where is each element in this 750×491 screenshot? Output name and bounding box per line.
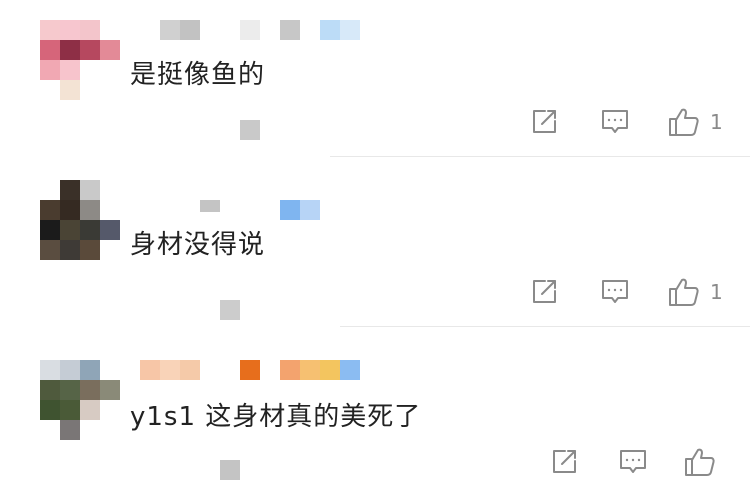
comment-item: y1s1 这身材真的美死了 bbox=[0, 330, 750, 491]
comment-actions bbox=[550, 444, 750, 480]
comment-time bbox=[240, 120, 260, 140]
like-button[interactable]: 1 bbox=[668, 104, 723, 140]
thumb-up-icon bbox=[668, 107, 700, 137]
reply-button[interactable] bbox=[618, 444, 648, 480]
comment-item: 身材没得说 1 bbox=[0, 160, 750, 330]
comment-item: 是挺像鱼的 1 bbox=[0, 0, 750, 160]
divider bbox=[330, 156, 750, 157]
username[interactable] bbox=[160, 20, 360, 40]
avatar[interactable] bbox=[40, 360, 120, 440]
comment-icon bbox=[600, 108, 630, 136]
comment-text: y1s1 这身材真的美死了 bbox=[130, 402, 422, 432]
comment-icon bbox=[618, 448, 648, 476]
thumb-up-icon bbox=[668, 277, 700, 307]
share-icon bbox=[530, 108, 558, 136]
avatar[interactable] bbox=[40, 20, 120, 100]
like-button[interactable]: 1 bbox=[668, 274, 723, 310]
username[interactable] bbox=[200, 200, 320, 220]
comment-time bbox=[220, 300, 240, 320]
share-button[interactable] bbox=[550, 444, 578, 480]
share-icon bbox=[530, 278, 558, 306]
share-icon bbox=[550, 448, 578, 476]
like-count: 1 bbox=[710, 280, 723, 304]
comment-icon bbox=[600, 278, 630, 306]
divider bbox=[340, 326, 750, 327]
comment-text: 身材没得说 bbox=[130, 230, 266, 260]
reply-button[interactable] bbox=[600, 274, 630, 310]
reply-button[interactable] bbox=[600, 104, 630, 140]
share-button[interactable] bbox=[530, 274, 558, 310]
like-count: 1 bbox=[710, 110, 723, 134]
share-button[interactable] bbox=[530, 104, 558, 140]
like-button[interactable] bbox=[684, 444, 726, 480]
comment-actions: 1 bbox=[530, 274, 750, 310]
comment-text: 是挺像鱼的 bbox=[130, 60, 266, 90]
comment-actions: 1 bbox=[530, 104, 750, 140]
username[interactable] bbox=[140, 360, 360, 380]
avatar[interactable] bbox=[40, 180, 120, 260]
thumb-up-icon bbox=[684, 447, 716, 477]
comment-time bbox=[220, 460, 240, 480]
